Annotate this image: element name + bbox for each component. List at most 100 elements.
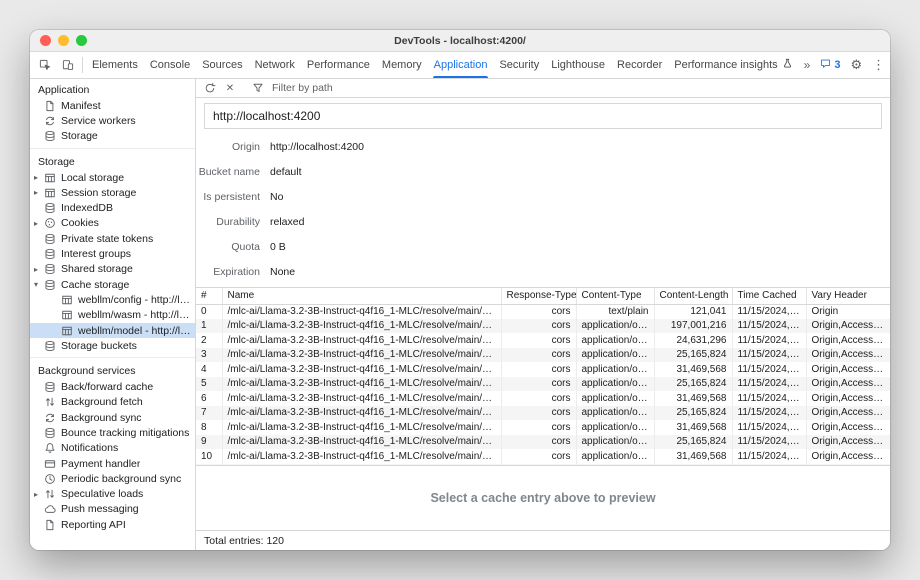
cache-entry-row-2[interactable]: 2/mlc-ai/Llama-3.2-3B-Instruct-q4f16_1-M… — [196, 333, 890, 348]
sidebar-item-webllm-model-http-loc[interactable]: webllm/model - http://loc… — [30, 323, 195, 338]
filter-funnel-icon[interactable] — [248, 82, 268, 94]
cache-entry-row-6[interactable]: 6/mlc-ai/Llama-3.2-3B-Instruct-q4f16_1-M… — [196, 391, 890, 406]
cell-content-length: 31,469,568 — [654, 391, 732, 406]
cell-vary-header: Origin,Access… — [806, 377, 890, 392]
expander-closed-icon[interactable]: ▸ — [34, 265, 43, 274]
sidebar-item-background-sync[interactable]: Background sync — [30, 410, 195, 425]
application-sidebar: ApplicationManifestService workersStorag… — [30, 79, 196, 550]
cache-storage-icon — [43, 278, 57, 291]
sidebar-item-service-workers[interactable]: Service workers — [30, 113, 195, 128]
cache-entry-row-7[interactable]: 7/mlc-ai/Llama-3.2-3B-Instruct-q4f16_1-M… — [196, 406, 890, 421]
cache-entry-row-10[interactable]: 10/mlc-ai/Llama-3.2-3B-Instruct-q4f16_1-… — [196, 449, 890, 464]
column-header-[interactable]: # — [196, 288, 222, 304]
sidebar-item-webllm-config-http-loc[interactable]: webllm/config - http://loc… — [30, 292, 195, 307]
kebab-menu-icon[interactable]: ⋮ — [867, 57, 890, 73]
expander-closed-icon[interactable]: ▸ — [34, 219, 43, 228]
sidebar-item-periodic-background-sync[interactable]: Periodic background sync — [30, 471, 195, 486]
tab-application[interactable]: Application — [428, 52, 494, 78]
periodic-background-sync-icon — [43, 472, 57, 485]
tab-sources[interactable]: Sources — [196, 52, 248, 78]
sidebar-item-cache-storage[interactable]: ▾Cache storage — [30, 277, 195, 292]
inspect-element-icon[interactable] — [33, 52, 56, 78]
device-toolbar-icon[interactable] — [56, 52, 79, 78]
tab-recorder[interactable]: Recorder — [611, 52, 668, 78]
cell-content-length: 25,165,824 — [654, 377, 732, 392]
clear-icon[interactable]: ✕ — [221, 83, 239, 94]
cell-content-length: 31,469,568 — [654, 362, 732, 377]
sidebar-item-shared-storage[interactable]: ▸Shared storage — [30, 262, 195, 277]
sidebar-item-storage-buckets[interactable]: Storage buckets — [30, 338, 195, 353]
tab-label: Application — [434, 59, 488, 71]
tab-security[interactable]: Security — [493, 52, 545, 78]
column-header-content-length[interactable]: Content-Length — [654, 288, 732, 304]
close-window-button[interactable] — [40, 35, 51, 46]
cell-time-cached: 11/15/2024, 10… — [732, 420, 806, 435]
tab-label: Network — [255, 59, 295, 71]
tab-performance[interactable]: Performance — [301, 52, 376, 78]
tab-console[interactable]: Console — [144, 52, 196, 78]
sidebar-item-bounce-tracking-mitigations[interactable]: Bounce tracking mitigations — [30, 425, 195, 440]
cell-response-type: cors — [501, 377, 576, 392]
cache-entry-row-0[interactable]: 0/mlc-ai/Llama-3.2-3B-Instruct-q4f16_1-M… — [196, 304, 890, 319]
sidebar-item-private-state-tokens[interactable]: Private state tokens — [30, 231, 195, 246]
cell-content-type: application/oc… — [576, 319, 654, 334]
sidebar-item-manifest[interactable]: Manifest — [30, 98, 195, 113]
sidebar-item-webllm-wasm-http-loca[interactable]: webllm/wasm - http://loca… — [30, 308, 195, 323]
column-header-content-type[interactable]: Content-Type — [576, 288, 654, 304]
sidebar-section-title: Background services — [30, 362, 195, 379]
tab-elements[interactable]: Elements — [86, 52, 144, 78]
cell-response-type: cors — [501, 319, 576, 334]
sidebar-item-push-messaging[interactable]: Push messaging — [30, 502, 195, 517]
sidebar-item-payment-handler[interactable]: Payment handler — [30, 456, 195, 471]
expander-closed-icon[interactable]: ▸ — [34, 188, 43, 197]
sidebar-item-back-forward-cache[interactable]: Back/forward cache — [30, 379, 195, 394]
refresh-icon[interactable] — [200, 82, 220, 94]
minimize-window-button[interactable] — [58, 35, 69, 46]
sidebar-item-interest-groups[interactable]: Interest groups — [30, 246, 195, 261]
filter-by-path-input[interactable]: Filter by path — [272, 82, 333, 94]
tab-lighthouse[interactable]: Lighthouse — [545, 52, 611, 78]
sidebar-item-background-fetch[interactable]: Background fetch — [30, 395, 195, 410]
zoom-window-button[interactable] — [76, 35, 87, 46]
issues-badge[interactable]: 3 — [815, 58, 845, 72]
cache-entry-row-8[interactable]: 8/mlc-ai/Llama-3.2-3B-Instruct-q4f16_1-M… — [196, 420, 890, 435]
sidebar-item-reporting-api[interactable]: Reporting API — [30, 517, 195, 532]
cache-entry-row-1[interactable]: 1/mlc-ai/Llama-3.2-3B-Instruct-q4f16_1-M… — [196, 319, 890, 334]
cell-time-cached: 11/15/2024, 10… — [732, 362, 806, 377]
sidebar-item-local-storage[interactable]: ▸Local storage — [30, 170, 195, 185]
column-header-vary-header[interactable]: Vary Header — [806, 288, 890, 304]
sidebar-item-label: Background fetch — [61, 396, 143, 408]
traffic-lights — [40, 30, 87, 51]
sidebar-item-label: Cookies — [61, 217, 99, 229]
column-header-time-cached[interactable]: Time Cached — [732, 288, 806, 304]
sidebar-item-cookies[interactable]: ▸ Cookies — [30, 216, 195, 231]
expander-open-icon[interactable]: ▾ — [34, 280, 43, 289]
cell-response-type: cors — [501, 449, 576, 464]
cache-entries-table: #NameResponse-TypeContent-TypeContent-Le… — [196, 288, 890, 465]
settings-gear-icon[interactable]: ⚙ — [845, 57, 867, 73]
expander-closed-icon[interactable]: ▸ — [34, 173, 43, 182]
tab-network[interactable]: Network — [249, 52, 301, 78]
sidebar-item-indexeddb[interactable]: IndexedDB — [30, 200, 195, 215]
expander-closed-icon[interactable]: ▸ — [34, 490, 43, 499]
sidebar-item-notifications[interactable]: Notifications — [30, 441, 195, 456]
tab-performance-insights[interactable]: Performance insights — [668, 52, 798, 78]
column-header-response-type[interactable]: Response-Type — [501, 288, 576, 304]
more-tabs-icon[interactable]: » — [799, 58, 816, 72]
cache-entry-row-3[interactable]: 3/mlc-ai/Llama-3.2-3B-Instruct-q4f16_1-M… — [196, 348, 890, 363]
tab-label: Elements — [92, 59, 138, 71]
cell-: 1 — [196, 319, 222, 334]
tab-label: Performance — [307, 59, 370, 71]
sidebar-item-session-storage[interactable]: ▸Session storage — [30, 185, 195, 200]
column-header-name[interactable]: Name — [222, 288, 501, 304]
tab-memory[interactable]: Memory — [376, 52, 428, 78]
cell-vary-header: Origin,Access… — [806, 420, 890, 435]
sidebar-item-speculative-loads[interactable]: ▸Speculative loads — [30, 487, 195, 502]
window-titlebar[interactable]: DevTools - localhost:4200/ — [30, 30, 890, 52]
cache-entry-row-4[interactable]: 4/mlc-ai/Llama-3.2-3B-Instruct-q4f16_1-M… — [196, 362, 890, 377]
background-sync-icon — [43, 411, 57, 424]
cache-entry-row-5[interactable]: 5/mlc-ai/Llama-3.2-3B-Instruct-q4f16_1-M… — [196, 377, 890, 392]
sidebar-item-storage[interactable]: Storage — [30, 129, 195, 144]
cache-metadata: Originhttp://localhost:4200Bucket namede… — [196, 129, 890, 287]
cache-entry-row-9[interactable]: 9/mlc-ai/Llama-3.2-3B-Instruct-q4f16_1-M… — [196, 435, 890, 450]
